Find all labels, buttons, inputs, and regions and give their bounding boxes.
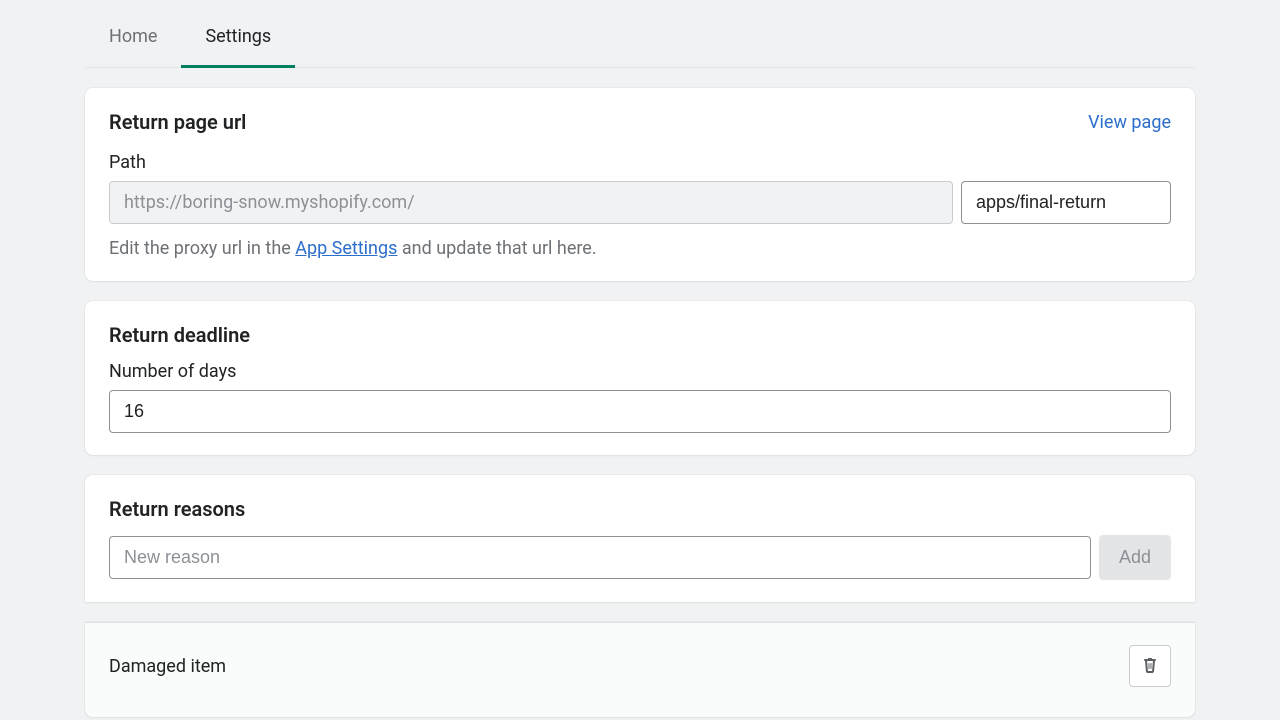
days-input[interactable] [109, 390, 1171, 433]
return-reasons-card: Return reasons Add [85, 475, 1195, 602]
tab-home[interactable]: Home [85, 8, 181, 68]
helper-prefix: Edit the proxy url in the [109, 238, 295, 259]
path-input[interactable] [961, 181, 1171, 224]
view-page-link[interactable]: View page [1088, 112, 1171, 133]
days-label: Number of days [109, 361, 1171, 382]
return-deadline-title: Return deadline [109, 323, 250, 347]
app-settings-link[interactable]: App Settings [295, 238, 397, 259]
reason-item: Damaged item [109, 645, 1171, 687]
tab-settings[interactable]: Settings [181, 8, 295, 68]
path-label: Path [109, 152, 1171, 173]
tabs: Home Settings [85, 8, 1195, 68]
delete-reason-button[interactable] [1129, 645, 1171, 687]
reason-label: Damaged item [109, 656, 226, 677]
add-reason-button[interactable]: Add [1099, 535, 1171, 580]
new-reason-input[interactable] [109, 536, 1091, 579]
helper-suffix: and update that url here. [397, 238, 596, 259]
return-reasons-title: Return reasons [109, 497, 245, 521]
trash-icon [1140, 655, 1160, 678]
return-page-url-card: Return page url View page Path https://b… [85, 88, 1195, 281]
return-page-url-title: Return page url [109, 110, 246, 134]
helper-text: Edit the proxy url in the App Settings a… [109, 238, 1171, 259]
reason-list: Damaged item [85, 622, 1195, 717]
return-deadline-card: Return deadline Number of days [85, 301, 1195, 455]
base-url-field: https://boring-snow.myshopify.com/ [109, 181, 953, 224]
